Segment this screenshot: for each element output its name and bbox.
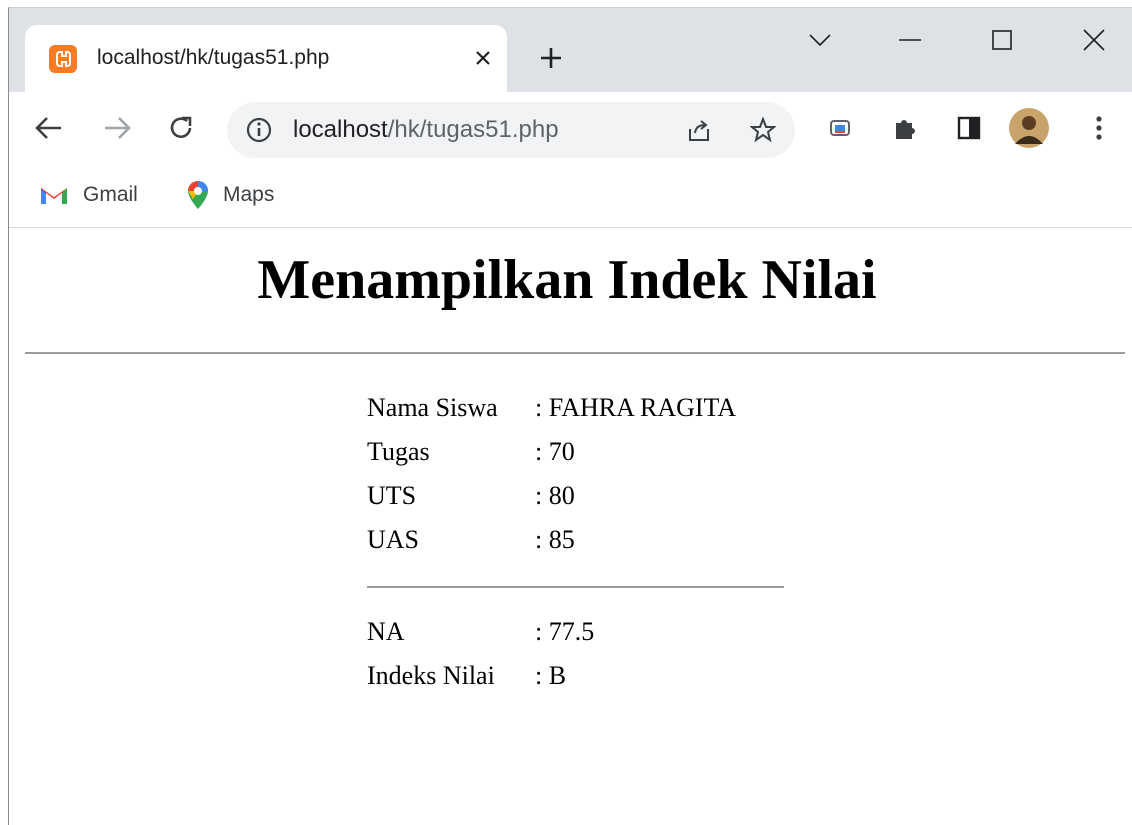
share-icon[interactable] — [679, 110, 719, 150]
minimize-icon[interactable] — [887, 18, 933, 62]
row-label-tugas: Tugas — [367, 437, 430, 466]
table-divider — [367, 586, 784, 588]
browser-toolbar: localhost/hk/tugas51.php — [9, 92, 1132, 164]
maps-pin-icon — [188, 181, 208, 209]
bookmark-maps-label: Maps — [223, 183, 275, 206]
forward-arrow-icon[interactable] — [97, 108, 137, 148]
page-content: Menampilkan Indek Nilai Nama Siswa : FAH… — [9, 228, 1132, 825]
table-row: Tugas : 70 — [367, 430, 736, 474]
grade-input-table: Nama Siswa : FAHRA RAGITA Tugas : 70 UTS… — [367, 386, 736, 562]
tab-search-chevron-icon[interactable] — [797, 18, 843, 62]
table-row: UAS : 85 — [367, 518, 736, 562]
url-path: /hk/tugas51.php — [387, 116, 559, 143]
reload-icon[interactable] — [161, 108, 201, 148]
address-bar[interactable]: localhost/hk/tugas51.php — [227, 102, 795, 158]
row-label-indeks-nilai: Indeks Nilai — [367, 661, 495, 690]
table-row: Indeks Nilai : B — [367, 654, 594, 698]
bookmark-maps[interactable]: Maps — [187, 178, 274, 212]
table-row: Nama Siswa : FAHRA RAGITA — [367, 386, 736, 430]
browser-window: localhost/hk/tugas51.php localhost/hk/tu… — [8, 7, 1132, 825]
close-window-icon[interactable] — [1071, 18, 1117, 62]
page-heading: Menampilkan Indek Nilai — [257, 249, 877, 311]
bookmark-gmail-label: Gmail — [83, 183, 138, 206]
url-host: localhost — [293, 116, 388, 143]
row-value-indeks-nilai: : B — [535, 661, 567, 690]
row-value-na: : 77.5 — [535, 617, 595, 646]
row-value-uas: : 85 — [535, 525, 575, 554]
url-text: localhost/hk/tugas51.php — [293, 116, 559, 144]
row-value-tugas: : 70 — [535, 437, 575, 466]
profile-avatar[interactable] — [1009, 108, 1049, 148]
bookmark-star-icon[interactable] — [743, 110, 783, 150]
row-label-uas: UAS — [367, 525, 420, 554]
active-tab[interactable]: localhost/hk/tugas51.php — [25, 25, 507, 92]
new-tab-plus-icon[interactable] — [534, 41, 568, 75]
row-value-uts: : 80 — [535, 481, 575, 510]
xampp-favicon-icon — [49, 45, 77, 73]
side-panel-icon[interactable] — [949, 108, 989, 148]
back-arrow-icon[interactable] — [29, 108, 69, 148]
bookmarks-bar: Gmail Maps — [9, 164, 1132, 228]
row-label-uts: UTS — [367, 481, 417, 510]
row-label-na: NA — [367, 617, 405, 646]
table-row: UTS : 80 — [367, 474, 736, 518]
tab-strip: localhost/hk/tugas51.php — [9, 8, 1132, 92]
site-info-icon[interactable] — [245, 116, 273, 144]
row-value-nama-siswa: : FAHRA RAGITA — [535, 393, 737, 422]
tab-title: localhost/hk/tugas51.php — [97, 46, 330, 69]
bookmark-gmail[interactable]: Gmail — [39, 178, 138, 212]
table-row: NA : 77.5 — [367, 610, 594, 654]
horizontal-rule — [25, 352, 1125, 354]
maximize-icon[interactable] — [979, 18, 1025, 62]
grade-result-table: NA : 77.5 Indeks Nilai : B — [367, 610, 594, 698]
extensions-puzzle-icon[interactable] — [885, 108, 925, 148]
tab-close-icon[interactable] — [468, 43, 498, 73]
gmail-icon — [41, 188, 67, 204]
more-menu-icon[interactable] — [1079, 108, 1119, 148]
row-label-nama-siswa: Nama Siswa — [367, 393, 498, 422]
reading-mode-icon[interactable] — [821, 108, 861, 148]
